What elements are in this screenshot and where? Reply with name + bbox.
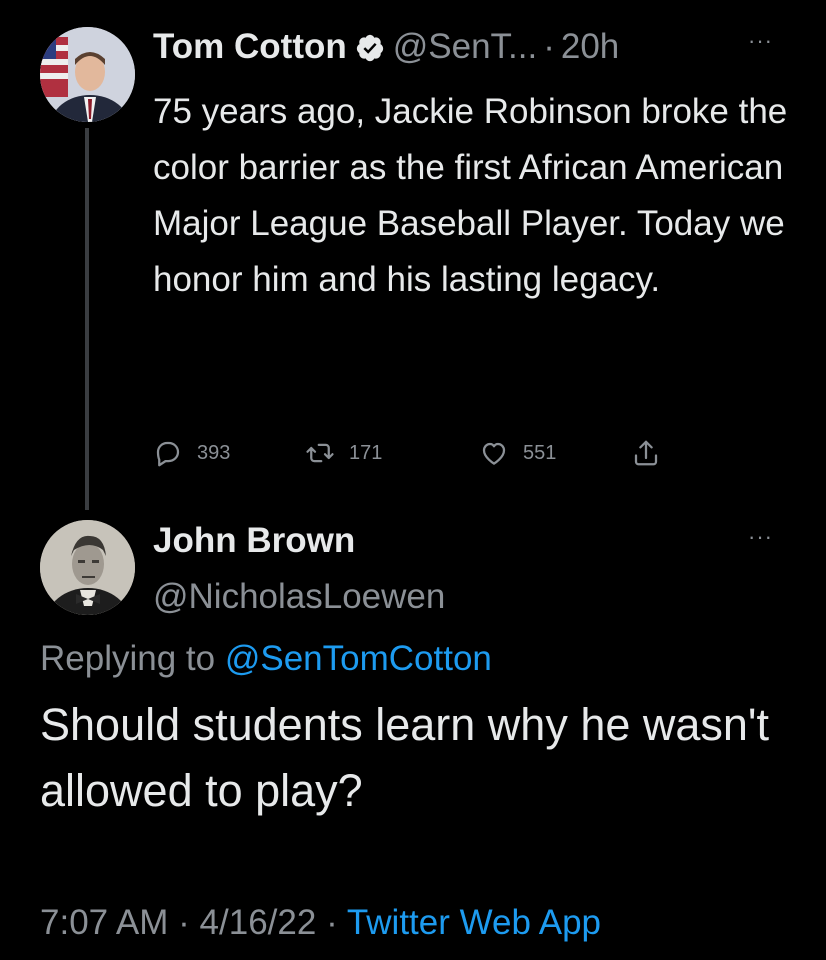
reply-author-handle[interactable]: @NicholasLoewen bbox=[153, 574, 445, 620]
avatar-photo bbox=[40, 520, 135, 615]
tweet-text: 75 years ago, Jackie Robinson broke the … bbox=[153, 92, 788, 299]
reply-source-app-link[interactable]: Twitter Web App bbox=[347, 903, 601, 942]
replying-to-mention-link[interactable]: @SenTomCotton bbox=[225, 639, 492, 678]
meta-separator: · bbox=[326, 903, 338, 942]
verified-badge-icon bbox=[355, 32, 385, 62]
tweet-author-handle[interactable]: @SenT... bbox=[393, 27, 537, 67]
like-count: 551 bbox=[523, 441, 557, 464]
tweet-time-ago[interactable]: 20h bbox=[561, 27, 619, 67]
tweet-action-bar: 393 171 551 bbox=[153, 436, 713, 470]
reply-button[interactable]: 393 bbox=[153, 436, 230, 470]
reply-icon bbox=[156, 441, 180, 467]
retweet-icon bbox=[306, 443, 334, 463]
retweet-button[interactable]: 171 bbox=[305, 436, 382, 470]
share-button[interactable] bbox=[631, 436, 675, 470]
reply-metadata: 7:07 AM · 4/16/22 · Twitter Web App bbox=[40, 898, 601, 948]
tweet-header: Tom Cotton @SenT... · 20h bbox=[153, 24, 619, 70]
reply-text: Should students learn why he wasn't allo… bbox=[40, 699, 770, 816]
share-icon bbox=[634, 440, 658, 466]
reply-author-name[interactable]: John Brown bbox=[153, 518, 355, 564]
avatar-photo bbox=[40, 27, 135, 122]
reply-count: 393 bbox=[197, 441, 231, 464]
replying-to-label: Replying to bbox=[40, 639, 216, 678]
tweet-author-name[interactable]: Tom Cotton bbox=[153, 27, 347, 67]
john-brown-avatar[interactable] bbox=[40, 520, 135, 615]
thread-connector-line bbox=[85, 128, 89, 510]
reply-date[interactable]: 4/16/22 bbox=[200, 903, 317, 942]
retweet-count: 171 bbox=[349, 441, 383, 464]
replying-to-line: Replying to @SenTomCotton bbox=[40, 636, 492, 682]
heart-icon bbox=[482, 442, 506, 465]
reply-timestamp[interactable]: 7:07 AM bbox=[40, 903, 168, 942]
tweet-more-options-icon[interactable]: ··· bbox=[748, 28, 773, 54]
meta-separator: · bbox=[178, 903, 190, 942]
like-button[interactable]: 551 bbox=[479, 436, 556, 470]
reply-more-options-icon[interactable]: ··· bbox=[748, 524, 773, 550]
header-separator: · bbox=[543, 27, 555, 66]
tom-cotton-avatar[interactable] bbox=[40, 27, 135, 122]
